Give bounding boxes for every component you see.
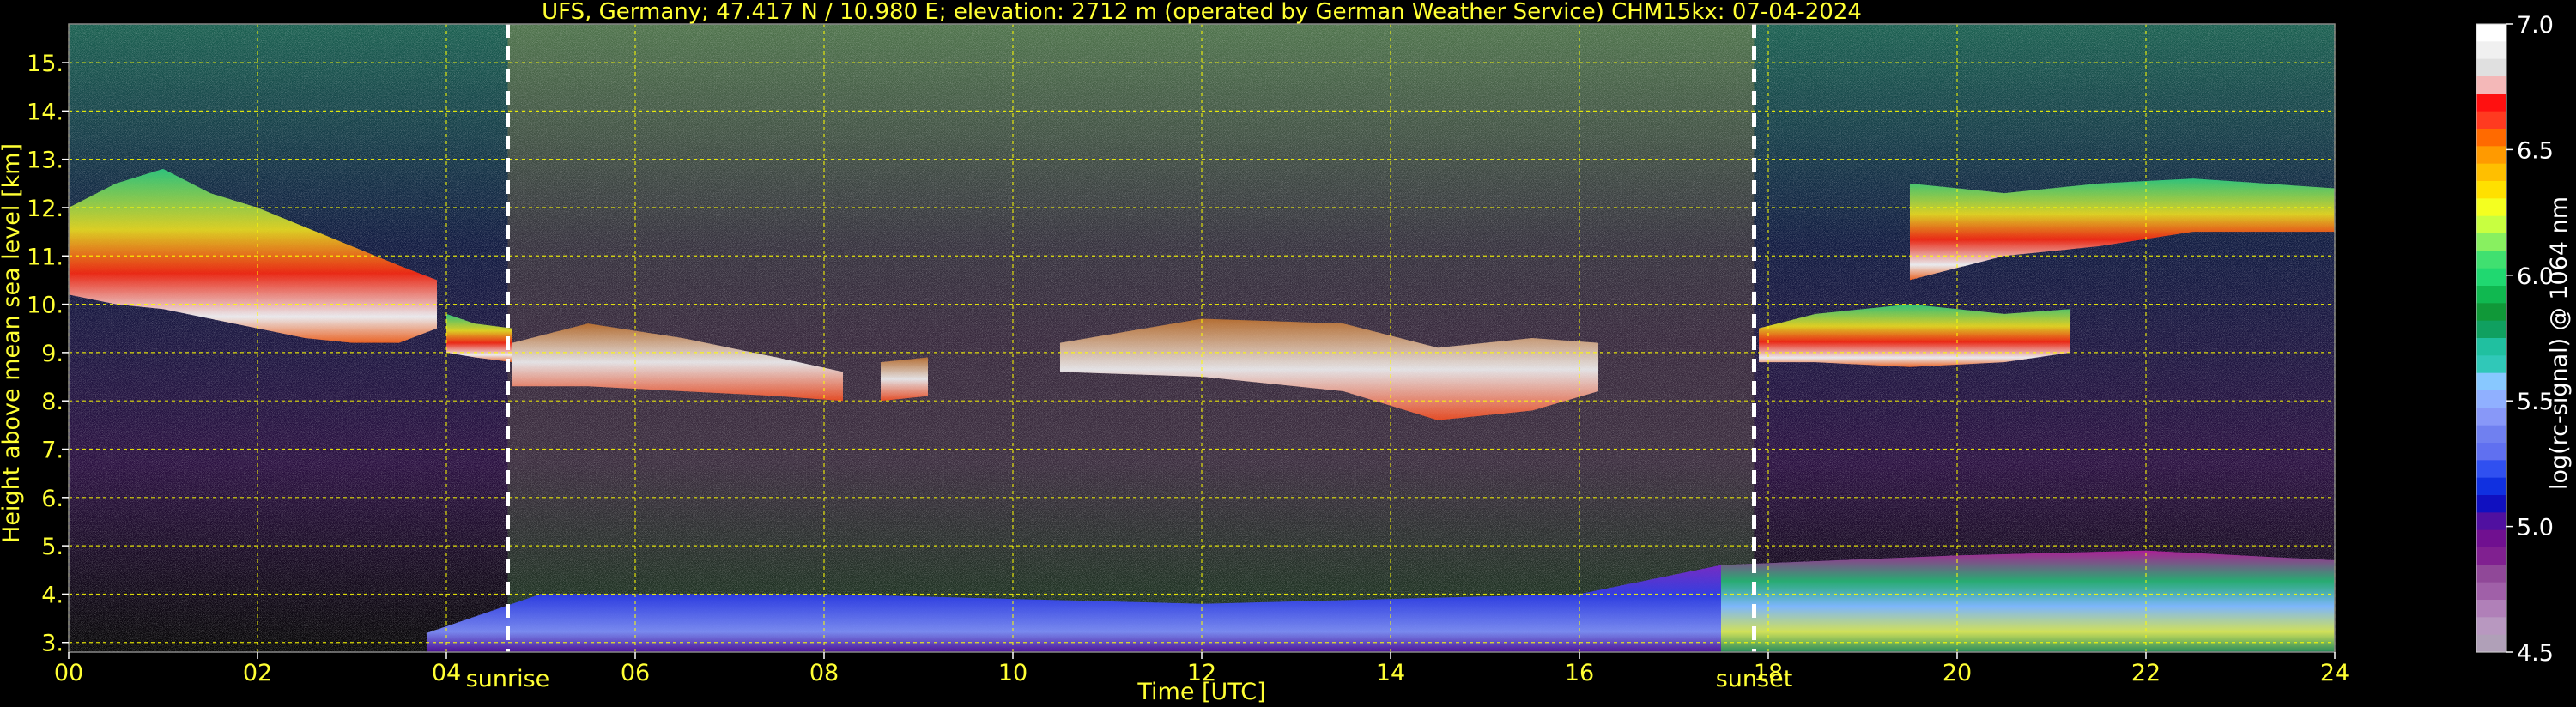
ceilometer-figure: sunrise sunset 00 02 04 06 08 10 12 14 16 18 20 22 24…	[0, 0, 2576, 707]
y-axis-label: Height above mean sea level [km]	[0, 143, 25, 543]
y-tick-label: 9.	[41, 341, 64, 367]
y-tick-label: 6.	[41, 486, 64, 512]
colorbar-tick-label: 6.5	[2517, 137, 2554, 164]
colorbar-swatch	[2476, 76, 2506, 94]
x-tick-label: 00	[54, 660, 83, 686]
colorbar-swatch	[2476, 390, 2506, 408]
colorbar-swatch	[2476, 425, 2506, 444]
y-tick-label: 5.	[41, 534, 64, 560]
colorbar-swatch	[2476, 582, 2506, 601]
colorbar-swatch	[2476, 215, 2506, 234]
x-tick-label: 06	[621, 660, 650, 686]
colorbar-swatch	[2476, 251, 2506, 269]
colorbar-swatch	[2476, 477, 2506, 496]
colorbar-swatch	[2476, 634, 2506, 653]
cloud-layer-day-layer-2	[881, 357, 928, 402]
colorbar-swatch	[2476, 617, 2506, 636]
colorbar-swatch	[2476, 146, 2506, 165]
y-tick-label: 12.	[27, 196, 64, 222]
colorbar-swatch	[2476, 286, 2506, 304]
colorbar-swatch	[2476, 565, 2506, 583]
annotation-label-sunrise: sunrise	[466, 666, 550, 692]
y-tick-label: 10.	[27, 293, 64, 319]
colorbar-swatch	[2476, 547, 2506, 565]
colorbar-swatch	[2476, 408, 2506, 426]
y-tick-label: 11.	[27, 244, 64, 270]
chart-title: UFS, Germany; 47.417 N / 10.980 E; eleva…	[542, 0, 1862, 25]
y-tick-label: 3.	[41, 631, 64, 657]
colorbar-swatch	[2476, 338, 2506, 356]
plot-area	[68, 24, 2336, 652]
colorbar-swatch	[2476, 129, 2506, 147]
colorbar-swatch	[2476, 94, 2506, 112]
colorbar-swatch	[2476, 181, 2506, 199]
colorbar-tick-label: 7.0	[2517, 12, 2554, 39]
x-tick-label: 08	[809, 660, 839, 686]
colorbar-swatch	[2476, 495, 2506, 513]
colorbar: 7.06.56.05.55.04.5	[2476, 12, 2554, 667]
colorbar-swatch	[2476, 600, 2506, 618]
boundary-layer-evening	[1721, 550, 2335, 652]
y-tick-label: 7.	[41, 438, 64, 464]
x-tick-label: 04	[432, 660, 461, 686]
colorbar-tick-label: 5.0	[2517, 515, 2554, 541]
colorbar-swatch	[2476, 111, 2506, 130]
colorbar-swatch	[2476, 58, 2506, 77]
x-tick-label: 10	[998, 660, 1027, 686]
x-tick-label: 02	[243, 660, 272, 686]
x-axis-label: Time [UTC]	[1136, 679, 1265, 705]
colorbar-swatch	[2476, 41, 2506, 60]
colorbar-swatch	[2476, 443, 2506, 461]
y-tick-label: 15.	[27, 51, 64, 77]
colorbar-swatch	[2476, 355, 2506, 374]
colorbar-swatch	[2476, 233, 2506, 251]
colorbar-tick-label: 4.5	[2517, 640, 2554, 667]
colorbar-label: log(rc-signal) @ 1064 nm	[2546, 196, 2573, 490]
colorbar-swatch	[2476, 460, 2506, 479]
colorbar-swatch	[2476, 163, 2506, 182]
colorbar-swatch	[2476, 303, 2506, 322]
x-tick-label: 22	[2131, 660, 2161, 686]
colorbar-swatch	[2476, 372, 2506, 391]
colorbar-swatch	[2476, 268, 2506, 287]
x-tick-label: 16	[1565, 660, 1594, 686]
x-tick-label: 14	[1376, 660, 1405, 686]
colorbar-swatch	[2476, 512, 2506, 531]
colorbar-swatch	[2476, 529, 2506, 548]
x-tick-label: 18	[1754, 660, 1783, 686]
y-tick-label: 14.	[27, 99, 64, 125]
x-tick-label: 24	[2320, 660, 2349, 686]
colorbar-swatch	[2476, 320, 2506, 339]
colorbar-swatch	[2476, 24, 2506, 42]
colorbar-swatch	[2476, 198, 2506, 217]
y-tick-label: 8.	[41, 389, 64, 415]
chart-canvas: sunrise sunset 00 02 04 06 08 10 12 14 16 18 20 22 24…	[0, 0, 2573, 705]
y-tick-label: 13.	[27, 148, 64, 174]
y-tick-label: 4.	[41, 582, 64, 608]
x-tick-label: 20	[1943, 660, 1972, 686]
